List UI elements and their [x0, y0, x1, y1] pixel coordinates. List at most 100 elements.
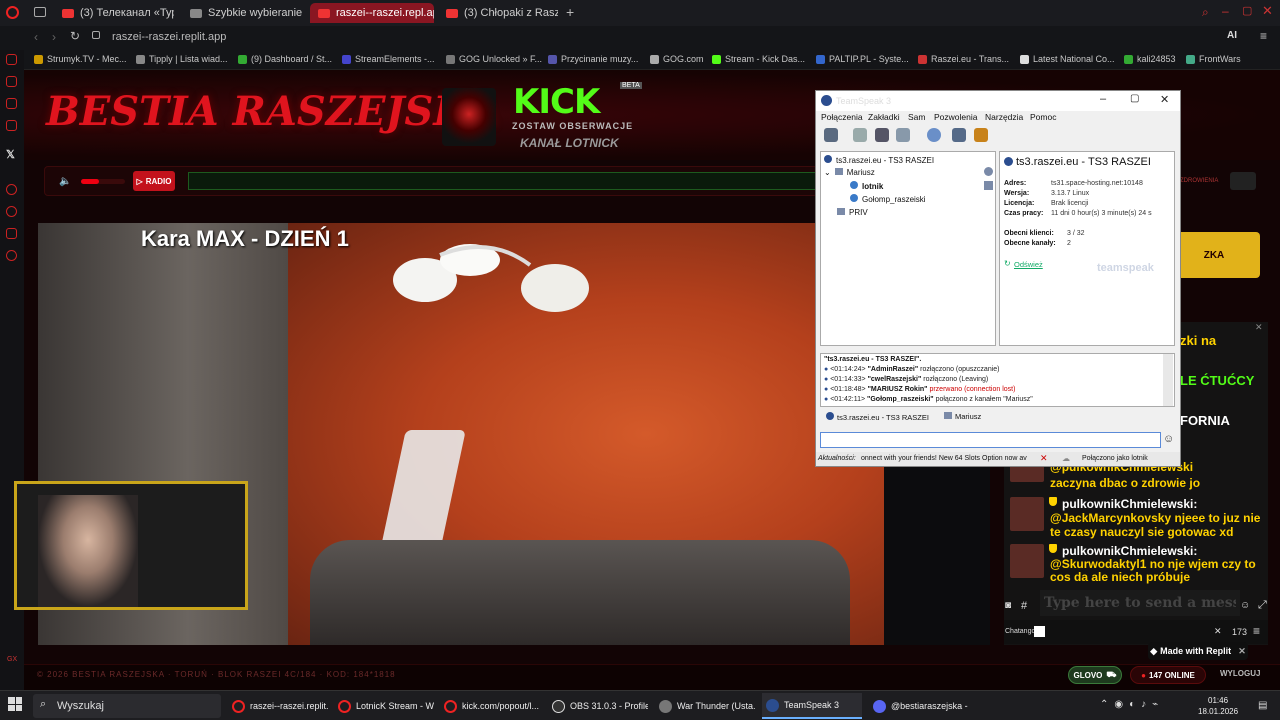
chat-message-input[interactable]: [1040, 590, 1240, 616]
tab-speed-dial[interactable]: Szybkie wybieranie: [182, 3, 302, 23]
emoji-icon[interactable]: ☺: [1240, 600, 1250, 611]
taskbar-item-replit[interactable]: raszei--raszei.replit....: [228, 693, 328, 719]
close-icon[interactable]: ✕: [1160, 93, 1169, 106]
menu-help[interactable]: Pomoc: [1030, 112, 1056, 122]
whisper-icon[interactable]: [974, 128, 988, 142]
teamspeak-chat-input[interactable]: [820, 432, 1161, 448]
bookmark-streamelements[interactable]: StreamElements -...: [342, 54, 435, 64]
mute-mic-icon[interactable]: [875, 128, 889, 142]
workspaces-icon[interactable]: [34, 7, 46, 17]
opera-logo-icon[interactable]: [6, 6, 19, 19]
tab-chlopaki[interactable]: (3) Chłopaki z Raszei - PR: [438, 3, 558, 23]
hashtag-button[interactable]: #: [1021, 600, 1027, 612]
kick-logo[interactable]: KICK: [513, 82, 600, 122]
volume-icon[interactable]: 🔈: [59, 176, 71, 187]
chat-tab-server[interactable]: ts3.raszei.eu - TS3 RASZEI: [826, 412, 929, 422]
bookmark-przycinanie[interactable]: Przycinanie muzy...: [548, 54, 638, 64]
radio-button[interactable]: ▷ RADIO: [133, 171, 175, 191]
taskbar-clock[interactable]: 01:46 18.01.2026: [1198, 695, 1238, 717]
taskbar-search[interactable]: Wyszukaj: [33, 694, 221, 718]
search-tabs-icon[interactable]: ⌕: [1202, 5, 1209, 20]
minimize-browser-icon[interactable]: –: [1222, 4, 1229, 18]
taskbar-item-lotnick[interactable]: LotnicK Stream - W...: [334, 693, 434, 719]
menu-tools[interactable]: Narzędzia: [985, 112, 1023, 122]
volume-slider[interactable]: [81, 179, 125, 184]
bookmark-dashboard[interactable]: (9) Dashboard / St...: [238, 54, 332, 64]
bookmark-paltip[interactable]: PALTIP.PL - Syste...: [816, 54, 909, 64]
mute-icon[interactable]: ✕: [1214, 626, 1222, 637]
tree-channel-mariusz[interactable]: ⌄ Mariusz: [824, 168, 875, 177]
close-browser-icon[interactable]: ✕: [1262, 3, 1273, 19]
tree-server[interactable]: ts3.raszei.eu - TS3 RASZEI: [824, 155, 934, 165]
sidebar-icon-2[interactable]: [6, 76, 17, 87]
away-icon[interactable]: [927, 128, 941, 142]
bookmark-national[interactable]: Latest National Co...: [1020, 54, 1115, 64]
chat-close-icon[interactable]: ✕: [1255, 322, 1263, 333]
tree-channel-priv[interactable]: PRIV: [837, 208, 868, 217]
glovo-button[interactable]: GLOVO ⛟: [1068, 666, 1122, 684]
chat-menu-icon[interactable]: ≡: [1253, 624, 1260, 638]
menu-connections[interactable]: Połączenia: [821, 112, 863, 122]
chatango-label[interactable]: Chatango: [1005, 628, 1035, 635]
system-tray-icons[interactable]: ⌃◉◐♪⌁: [1100, 699, 1164, 710]
x-twitter-icon[interactable]: 𝕏: [6, 148, 15, 161]
chat-username[interactable]: pulkownikChmielewski:: [1062, 544, 1197, 558]
tab-turik[interactable]: (3) Телеканал «Турик и К: [54, 3, 174, 23]
back-icon[interactable]: ‹: [34, 30, 38, 44]
emoji-icon[interactable]: ☺: [1163, 433, 1174, 445]
bookmark-gog[interactable]: GOG.com: [650, 54, 704, 64]
taskbar-item-teamspeak[interactable]: TeamSpeak 3: [762, 693, 862, 719]
mute-speaker-icon[interactable]: [896, 128, 910, 142]
maximize-browser-icon[interactable]: ▢: [1242, 4, 1252, 17]
refresh-link[interactable]: Odśwież: [1014, 260, 1043, 269]
bookmark-gog-unlocked[interactable]: GOG Unlocked » F...: [446, 54, 542, 64]
windows-start-icon[interactable]: [8, 697, 22, 711]
chat-tab-channel[interactable]: Mariusz: [944, 412, 981, 421]
site-logo[interactable]: BESTIA RASZEJSKA: [46, 88, 497, 135]
new-tab-button[interactable]: +: [566, 4, 574, 20]
donate-button[interactable]: ZKA: [1168, 232, 1260, 278]
settings-icon[interactable]: [6, 250, 17, 261]
bookmark-raszei-eu[interactable]: Raszei.eu - Trans...: [918, 54, 1009, 64]
ai-button[interactable]: AI: [1227, 30, 1237, 41]
connect-icon[interactable]: [824, 128, 838, 142]
bookmark-tipply[interactable]: Tipply | Lista wiad...: [136, 54, 228, 64]
notifications-icon[interactable]: ▤: [1258, 700, 1267, 711]
tree-user-golomp[interactable]: Gołomp_raszeiski: [850, 194, 926, 204]
sidebar-icon-4[interactable]: [6, 120, 17, 131]
menu-self[interactable]: Sam: [908, 112, 925, 122]
sidebar-icon-6[interactable]: [6, 228, 17, 239]
sidebar-icon-1[interactable]: [6, 54, 17, 65]
refresh-icon[interactable]: ↻: [1004, 259, 1011, 268]
camera-icon[interactable]: ◙: [1005, 600, 1011, 611]
sidebar-icon-5[interactable]: [6, 184, 17, 195]
forward-icon[interactable]: ›: [52, 30, 56, 44]
close-news-icon[interactable]: ✕: [1040, 453, 1048, 464]
close-icon[interactable]: ✕: [1238, 646, 1246, 657]
bookmark-kali[interactable]: kali24853: [1124, 54, 1176, 64]
taskbar-item-obs[interactable]: OBS 31.0.3 - Profile:...: [548, 693, 648, 719]
taskbar-item-kick[interactable]: kick.com/popout/l...: [440, 693, 540, 719]
chat-username[interactable]: pulkownikChmielewski:: [1062, 497, 1197, 511]
menu-icon[interactable]: ≡: [1260, 29, 1267, 43]
gx-icon[interactable]: GX: [7, 656, 17, 663]
made-with-replit-badge[interactable]: ◆ Made with Replit ✕: [1148, 642, 1248, 660]
taskbar-item-warthunder[interactable]: War Thunder (Usta...: [655, 693, 755, 719]
bookmark-kick-dashboard[interactable]: Stream - Kick Das...: [712, 54, 805, 64]
log-scrollbar[interactable]: [1163, 354, 1173, 406]
menu-bookmarks[interactable]: Zakładki: [868, 112, 900, 122]
clock-icon[interactable]: [6, 206, 17, 217]
minimize-icon[interactable]: –: [1100, 93, 1106, 105]
taskbar-item-bestia[interactable]: @bestiaraszejska - ...: [869, 693, 969, 719]
contacts-icon[interactable]: [952, 128, 966, 142]
reload-icon[interactable]: ↻: [70, 29, 80, 43]
logout-button[interactable]: WYLOGUJ: [1220, 669, 1260, 678]
tree-user-lotnik[interactable]: lotnik: [850, 181, 883, 191]
menu-permissions[interactable]: Pozwolenia: [934, 112, 977, 122]
bookmark-strumyk[interactable]: Strumyk.TV - Mec...: [34, 54, 127, 64]
url-field[interactable]: raszei--raszei.replit.app: [112, 31, 226, 43]
sidebar-icon-3[interactable]: [6, 98, 17, 109]
maximize-icon[interactable]: ▢: [1130, 93, 1139, 104]
bookmark-frontwars[interactable]: FrontWars: [1186, 54, 1241, 64]
tab-raszei[interactable]: raszei--raszei.repl.app: [310, 3, 434, 23]
